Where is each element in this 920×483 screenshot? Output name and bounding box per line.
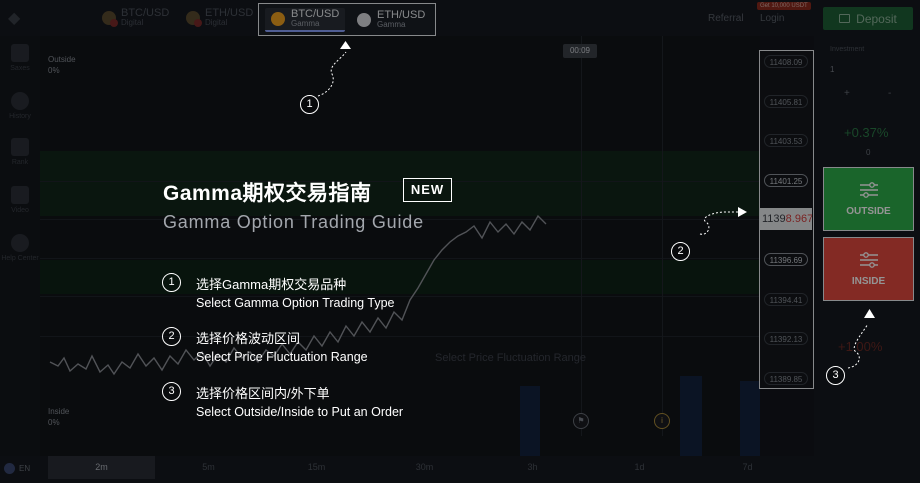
callout-1: 1 [300, 95, 319, 114]
callout-2: 2 [671, 242, 690, 261]
callout-3: 3 [826, 366, 845, 385]
guide-arrows [317, 41, 875, 369]
trading-app: ◆ BTC/USD Digital ETH/USD Digital BTC/US… [0, 0, 920, 483]
